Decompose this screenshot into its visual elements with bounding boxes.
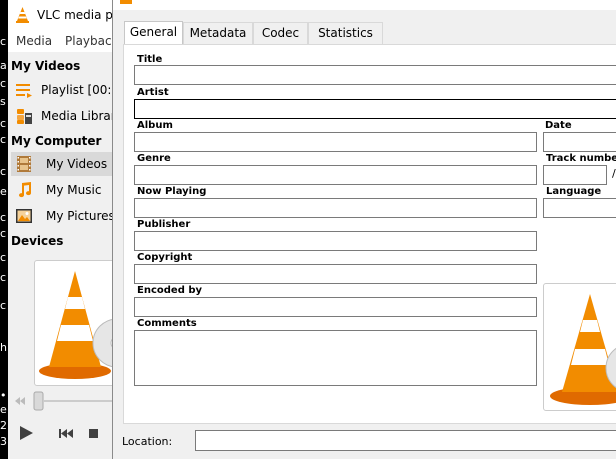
publisher-label: Publisher — [137, 219, 191, 230]
sidebar-item-label: My Music — [46, 183, 102, 197]
film-icon — [17, 156, 31, 172]
sidebar-item-label: My Pictures — [46, 209, 115, 223]
strip-char: 2 — [0, 419, 7, 432]
strip-char: c — [0, 227, 7, 240]
album-art — [34, 260, 116, 386]
track-number-label: Track number — [546, 153, 616, 164]
sidebar-heading-devices: Devices — [11, 234, 64, 248]
playback-controls — [8, 418, 116, 452]
artist-field[interactable] — [134, 99, 616, 119]
vlc-cone-icon — [16, 7, 29, 23]
comments-field[interactable] — [134, 330, 537, 386]
strip-char: c — [0, 35, 7, 48]
strip-char: c — [0, 77, 7, 90]
window-title: VLC media pla — [37, 8, 116, 22]
title-field[interactable] — [134, 65, 616, 85]
artist-label: Artist — [137, 87, 169, 98]
seek-track[interactable] — [43, 400, 116, 402]
comments-label: Comments — [137, 318, 197, 329]
strip-char: c — [0, 211, 7, 224]
sidebar-item-label: Media Library — [41, 109, 116, 123]
encoded-by-label: Encoded by — [137, 285, 203, 296]
strip-char: 3 — [0, 435, 7, 448]
stop-button[interactable] — [89, 429, 98, 438]
menu-media[interactable]: Media — [16, 34, 52, 48]
sidebar-item-label: Playlist [00:00 — [41, 83, 116, 97]
strip-char: h — [0, 341, 7, 354]
genre-field[interactable] — [134, 165, 537, 185]
sidebar-item-playlist[interactable]: Playlist [00:00 — [11, 78, 116, 102]
strip-char: e — [0, 185, 7, 198]
strip-char: c — [0, 271, 7, 284]
previous-button[interactable] — [59, 429, 73, 438]
vlc-main-window: VLC media pla Media Playback My Videos P… — [8, 0, 116, 459]
copyright-field[interactable] — [134, 264, 537, 284]
strip-char: s — [0, 95, 6, 108]
strip-char: c — [0, 133, 7, 146]
background-window-strip: c a c s c c c e c c c c c h • e 2 3 — [0, 0, 8, 459]
dialog-titlebar — [113, 0, 616, 10]
picture-icon — [16, 209, 32, 223]
now-playing-label: Now Playing — [137, 186, 207, 197]
vlc-cone-art-icon — [39, 271, 115, 379]
location-label: Location: — [122, 435, 173, 448]
seek-bar-area — [8, 390, 116, 412]
media-library-icon — [17, 109, 32, 124]
seek-slider-handle[interactable] — [33, 391, 44, 411]
strip-char: c — [0, 165, 7, 178]
tab-general[interactable]: General — [124, 21, 183, 45]
album-field[interactable] — [134, 132, 537, 152]
tab-statistics[interactable]: Statistics — [308, 22, 383, 44]
genre-label: Genre — [137, 153, 171, 164]
language-field[interactable] — [543, 198, 616, 218]
track-separator: / — [612, 167, 616, 180]
play-button[interactable] — [20, 426, 33, 440]
sidebar-heading-my-videos: My Videos — [11, 59, 81, 73]
strip-char: c — [0, 117, 7, 130]
music-note-icon — [19, 182, 32, 198]
strip-char: • — [0, 389, 7, 402]
rewind-icon[interactable] — [15, 397, 25, 405]
sidebar-item-my-pictures[interactable]: My Pictures — [11, 204, 116, 228]
playlist-icon — [16, 84, 32, 98]
vlc-titlebar: VLC media pla — [8, 0, 116, 30]
vlc-cone-icon — [120, 0, 132, 4]
tab-codec[interactable]: Codec — [253, 22, 308, 44]
language-label: Language — [546, 186, 602, 197]
media-information-dialog: General Metadata Codec Statistics Title … — [112, 0, 616, 459]
vlc-cone-art-icon — [550, 294, 616, 405]
dialog-album-art — [543, 283, 616, 411]
date-label: Date — [545, 120, 572, 131]
now-playing-field[interactable] — [134, 198, 537, 218]
strip-char: c — [0, 251, 7, 264]
menubar: Media Playback — [8, 30, 116, 52]
sidebar-item-my-videos[interactable]: My Videos — [11, 152, 116, 176]
date-field[interactable] — [543, 132, 616, 152]
sidebar-item-my-music[interactable]: My Music — [11, 178, 116, 202]
sidebar-item-media-library[interactable]: Media Library — [11, 104, 116, 128]
sidebar-item-label: My Videos — [46, 157, 108, 171]
encoded-by-field[interactable] — [134, 297, 537, 317]
title-label: Title — [137, 54, 163, 65]
strip-char: a — [0, 59, 7, 72]
menu-playback[interactable]: Playback — [65, 34, 116, 48]
tab-metadata[interactable]: Metadata — [183, 22, 253, 44]
album-label: Album — [137, 120, 173, 131]
strip-char: e — [0, 403, 7, 416]
publisher-field[interactable] — [134, 231, 537, 251]
location-field[interactable] — [195, 430, 616, 451]
strip-char: c — [0, 299, 7, 312]
sidebar-heading-my-computer: My Computer — [11, 134, 102, 148]
track-number-field[interactable] — [543, 165, 607, 185]
copyright-label: Copyright — [137, 252, 193, 263]
